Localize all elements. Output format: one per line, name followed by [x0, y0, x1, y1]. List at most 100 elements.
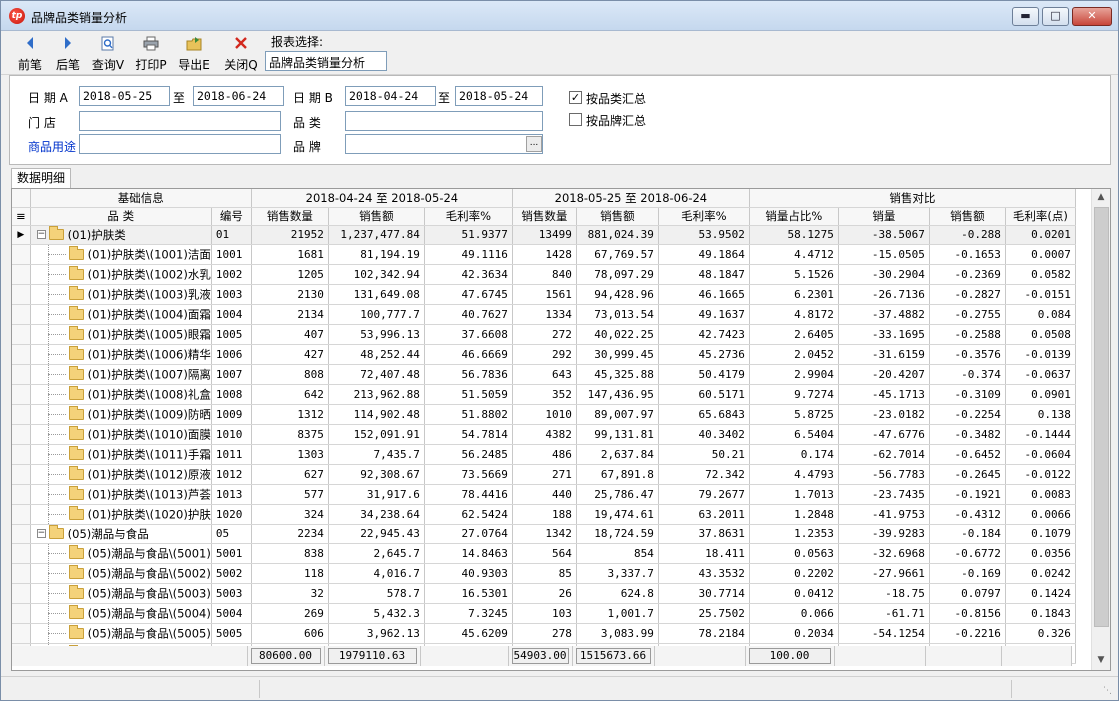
category-cell[interactable]: (01)护肤类\(1009)防晒	[30, 404, 212, 425]
value-cell[interactable]: -0.0151	[1005, 284, 1076, 305]
value-cell[interactable]: 131,649.08	[328, 284, 425, 305]
table-row[interactable]: (05)潮品与食品\(5001) 5001 838 2,645.7 14.8463 564…	[12, 543, 1076, 564]
value-cell[interactable]: 50.4179	[658, 364, 750, 385]
brand-input[interactable]	[345, 134, 543, 154]
table-row[interactable]: (01)护肤类\(1013)芦荟 1013 577 31,917.6 78.4416 44…	[12, 484, 1076, 505]
value-cell[interactable]: -39.9283	[838, 524, 930, 544]
value-cell[interactable]: 577	[251, 484, 329, 505]
value-cell[interactable]: 1303	[251, 444, 329, 465]
value-cell[interactable]: -0.0139	[1005, 344, 1076, 365]
header-col-b-amount[interactable]: 销售额	[328, 207, 425, 226]
value-cell[interactable]: -0.2755	[929, 304, 1006, 325]
resize-grip-icon[interactable]: ⋱	[1103, 686, 1115, 698]
value-cell[interactable]: 324	[251, 504, 329, 525]
value-cell[interactable]: 1681	[251, 244, 329, 265]
value-cell[interactable]: 440	[512, 484, 577, 505]
code-cell[interactable]: 01	[211, 225, 252, 245]
value-cell[interactable]: 8375	[251, 424, 329, 445]
value-cell[interactable]: -0.2588	[929, 324, 1006, 345]
code-cell[interactable]: 1020	[211, 504, 252, 525]
value-cell[interactable]: -0.288	[929, 225, 1006, 245]
row-indicator[interactable]	[12, 304, 31, 325]
value-cell[interactable]: 1205	[251, 264, 329, 285]
scroll-thumb[interactable]	[1094, 207, 1109, 627]
value-cell[interactable]: -38.5067	[838, 225, 930, 245]
row-indicator[interactable]	[12, 464, 31, 485]
table-row[interactable]: (05)潮品与食品\(5004) 5004 269 5,432.3 7.3245 103 1…	[12, 603, 1076, 624]
value-cell[interactable]: 89,007.97	[576, 404, 659, 425]
value-cell[interactable]: -37.4882	[838, 304, 930, 325]
value-cell[interactable]: 624.8	[576, 583, 659, 604]
value-cell[interactable]: 49.1116	[424, 244, 513, 265]
value-cell[interactable]: 1342	[512, 524, 577, 544]
value-cell[interactable]: 47.6745	[424, 284, 513, 305]
category-cell[interactable]: (01)护肤类\(1013)芦荟	[30, 484, 212, 505]
value-cell[interactable]: 9.7274	[749, 384, 839, 405]
value-cell[interactable]: 53,996.13	[328, 324, 425, 345]
row-indicator[interactable]	[12, 444, 31, 465]
code-cell[interactable]: 5003	[211, 583, 252, 604]
header-col-category[interactable]: 品 类	[30, 207, 212, 226]
value-cell[interactable]: 2,645.7	[328, 543, 425, 564]
table-row[interactable]: (01)护肤类\(1009)防晒 1009 1312 114,902.48 51.880…	[12, 404, 1076, 425]
value-cell[interactable]: 4.8172	[749, 304, 839, 325]
value-cell[interactable]: 16.5301	[424, 583, 513, 604]
code-cell[interactable]: 1003	[211, 284, 252, 305]
query-button[interactable]: 查询V	[90, 34, 126, 72]
value-cell[interactable]: 49.1864	[658, 244, 750, 265]
category-cell[interactable]: (01)护肤类\(1002)水乳	[30, 264, 212, 285]
check-brand-box[interactable]	[569, 113, 582, 126]
code-cell[interactable]: 1008	[211, 384, 252, 405]
value-cell[interactable]: 881,024.39	[576, 225, 659, 245]
value-cell[interactable]: 2.0452	[749, 344, 839, 365]
value-cell[interactable]: -0.3482	[929, 424, 1006, 445]
value-cell[interactable]: 65.6843	[658, 404, 750, 425]
table-row[interactable]: ▶ − (01)护肤类 01 21952 1,237,477.84 51.9377 13499…	[12, 225, 1076, 245]
value-cell[interactable]: 0.0797	[929, 583, 1006, 604]
value-cell[interactable]: 46.1665	[658, 284, 750, 305]
value-cell[interactable]: -0.2645	[929, 464, 1006, 485]
value-cell[interactable]: 564	[512, 543, 577, 564]
row-indicator[interactable]	[12, 364, 31, 385]
row-indicator[interactable]	[12, 264, 31, 285]
row-indicator[interactable]: ▶	[12, 225, 31, 245]
value-cell[interactable]: 43.3532	[658, 563, 750, 584]
value-cell[interactable]: 6.5404	[749, 424, 839, 445]
category-cell[interactable]: (01)护肤类\(1010)面膜	[30, 424, 212, 445]
code-cell[interactable]: 05	[211, 524, 252, 544]
value-cell[interactable]: 0.1424	[1005, 583, 1076, 604]
value-cell[interactable]: 30,999.45	[576, 344, 659, 365]
code-cell[interactable]: 1013	[211, 484, 252, 505]
value-cell[interactable]: 73,013.54	[576, 304, 659, 325]
value-cell[interactable]: 643	[512, 364, 577, 385]
value-cell[interactable]: 54.7814	[424, 424, 513, 445]
tab-data-detail[interactable]: 数据明细	[11, 168, 71, 188]
value-cell[interactable]: 37.8631	[658, 524, 750, 544]
table-row[interactable]: − (05)潮品与食品 05 2234 22,945.43 27.0764 1342 18,7…	[12, 524, 1076, 544]
header-col-a-margin[interactable]: 毛利率%	[658, 207, 750, 226]
row-indicator[interactable]	[12, 623, 31, 644]
value-cell[interactable]: 49.1637	[658, 304, 750, 325]
value-cell[interactable]: 7.3245	[424, 603, 513, 624]
date-a-to-input[interactable]: 2018-06-24	[193, 86, 284, 106]
value-cell[interactable]: 26	[512, 583, 577, 604]
value-cell[interactable]: -54.1254	[838, 623, 930, 644]
value-cell[interactable]: 407	[251, 324, 329, 345]
collapse-icon[interactable]: −	[36, 529, 46, 538]
check-category-box[interactable]: ✓	[569, 91, 582, 104]
value-cell[interactable]: 45.2736	[658, 344, 750, 365]
value-cell[interactable]: 78,097.29	[576, 264, 659, 285]
value-cell[interactable]: 60.5171	[658, 384, 750, 405]
value-cell[interactable]: 2,637.84	[576, 444, 659, 465]
code-cell[interactable]: 1002	[211, 264, 252, 285]
header-col-a-qty[interactable]: 销售数量	[512, 207, 577, 226]
value-cell[interactable]: 578.7	[328, 583, 425, 604]
value-cell[interactable]: 30.7714	[658, 583, 750, 604]
value-cell[interactable]: 51.9377	[424, 225, 513, 245]
table-row[interactable]: (01)护肤类\(1010)面膜 1010 8375 152,091.91 54.781…	[12, 424, 1076, 445]
table-row[interactable]: (05)潮品与食品\(5002) 5002 118 4,016.7 40.9303 85 3…	[12, 563, 1076, 584]
value-cell[interactable]: 56.2485	[424, 444, 513, 465]
value-cell[interactable]: 292	[512, 344, 577, 365]
value-cell[interactable]: 19,474.61	[576, 504, 659, 525]
minimize-button[interactable]: ▬	[1012, 7, 1039, 26]
